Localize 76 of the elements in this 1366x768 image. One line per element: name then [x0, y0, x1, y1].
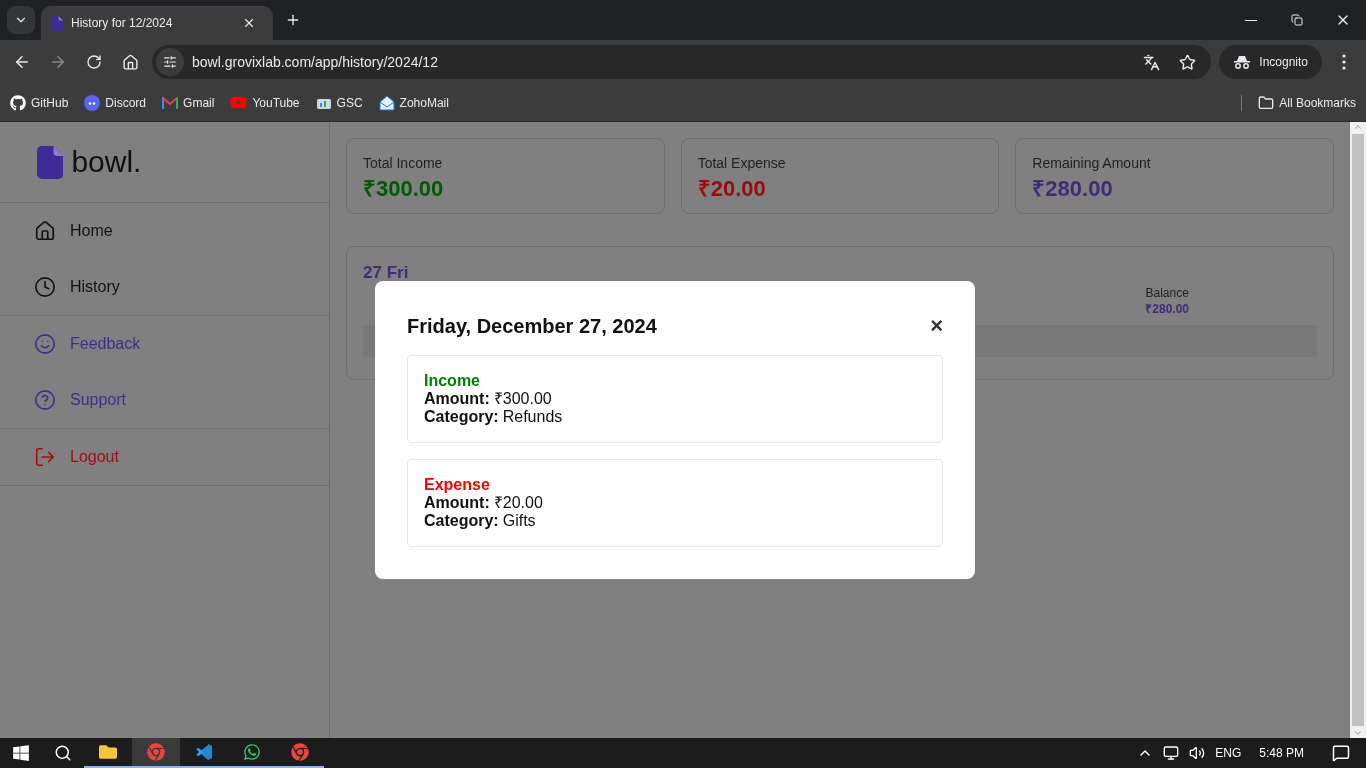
- home-icon: [121, 53, 139, 71]
- url-text: bowl.grovixlab.com/app/history/2024/12: [192, 54, 439, 70]
- summary-label: Total Income: [363, 155, 444, 171]
- search-icon: [54, 744, 72, 762]
- summary-amount: ₹280.00: [1032, 175, 1114, 202]
- category-value: Refunds: [502, 408, 563, 426]
- chrome-icon: [147, 743, 165, 761]
- github-icon: [10, 94, 26, 111]
- clock-icon: [34, 276, 56, 298]
- bookmark-link[interactable]: Gmail: [162, 95, 215, 110]
- envelope-icon: [378, 94, 395, 111]
- help-icon: [34, 389, 56, 411]
- browser-tab[interactable]: History for 12/2024: [41, 6, 273, 40]
- smiley-icon: [34, 333, 56, 355]
- reload-icon: [86, 54, 102, 70]
- discord-icon: [84, 94, 101, 111]
- close-icon: [242, 16, 256, 30]
- dialog-title: Friday, December 27, 2024: [407, 314, 657, 338]
- amount-value: ₹300.00: [493, 390, 552, 408]
- code-editor-icon: [195, 743, 213, 761]
- category-label: Category:: [424, 408, 499, 426]
- summary-label: Remaining Amount: [1032, 155, 1152, 171]
- close-button[interactable]: ×: [930, 313, 943, 339]
- folder-icon: [1258, 94, 1275, 111]
- balance-amount: ₹280.00: [1145, 301, 1189, 317]
- language-indicator[interactable]: ENG: [1215, 746, 1242, 760]
- chat-icon: [243, 743, 261, 761]
- category-value: Gifts: [502, 512, 536, 530]
- nav-link[interactable]: History: [0, 259, 329, 315]
- bookmark-link[interactable]: Discord: [84, 94, 147, 111]
- plus-icon: [285, 12, 301, 28]
- minimize-icon: [1245, 19, 1257, 21]
- bookmark-link[interactable]: GSC: [315, 95, 363, 110]
- bookmark-link[interactable]: GitHub: [10, 94, 69, 111]
- menu-icon: [1342, 54, 1346, 70]
- star-icon: [1178, 53, 1196, 71]
- address-bar[interactable]: bowl.grovixlab.com/app/history/2024/12: [152, 45, 1212, 79]
- chrome-icon: [291, 743, 309, 761]
- amount-label: Amount:: [424, 390, 490, 408]
- translate-icon: [1142, 53, 1160, 71]
- incognito-button[interactable]: Incognito: [1219, 45, 1322, 79]
- category-label: Category:: [424, 512, 499, 530]
- notifications-icon[interactable]: [1332, 744, 1350, 762]
- day-title: 27 Fri: [363, 263, 410, 283]
- volume-icon[interactable]: [1189, 745, 1206, 761]
- sliders-icon: [163, 55, 177, 69]
- page-icon: [51, 15, 63, 31]
- mail-icon: [162, 96, 179, 109]
- incognito-icon: [1233, 55, 1252, 69]
- windows-icon: [12, 744, 30, 762]
- restore-icon: [1291, 14, 1303, 26]
- logo-text: bowl.: [71, 145, 142, 179]
- summary-amount: ₹300.00: [363, 175, 445, 202]
- folder-icon: [99, 743, 117, 761]
- site-info-button[interactable]: [156, 48, 184, 76]
- play-icon: [230, 94, 248, 111]
- taskbar-app[interactable]: [132, 738, 180, 768]
- home-icon: [34, 220, 56, 242]
- balance-label: Balance: [1145, 286, 1189, 300]
- bookmark-link[interactable]: ZohoMail: [378, 94, 449, 111]
- tab-title: History for 12/2024: [71, 16, 174, 30]
- amount-label: Amount:: [424, 494, 490, 512]
- summary-amount: ₹20.00: [697, 175, 767, 202]
- clock-text[interactable]: 5:48 PM: [1259, 746, 1304, 760]
- all-bookmarks-button[interactable]: All Bookmarks: [1258, 94, 1356, 111]
- logo-icon: [37, 145, 64, 179]
- bookmark-link[interactable]: YouTube: [230, 94, 300, 111]
- tab-list-button[interactable]: [7, 6, 35, 34]
- transaction-type: Expense: [424, 476, 491, 494]
- logout-icon: [34, 446, 56, 468]
- amount-value: ₹20.00: [493, 494, 543, 512]
- summary-label: Total Expense: [697, 155, 787, 171]
- nav-link[interactable]: Home: [0, 203, 329, 259]
- arrow-right-icon: [49, 53, 67, 71]
- network-icon[interactable]: [1163, 745, 1180, 761]
- transaction-type: Income: [424, 372, 481, 390]
